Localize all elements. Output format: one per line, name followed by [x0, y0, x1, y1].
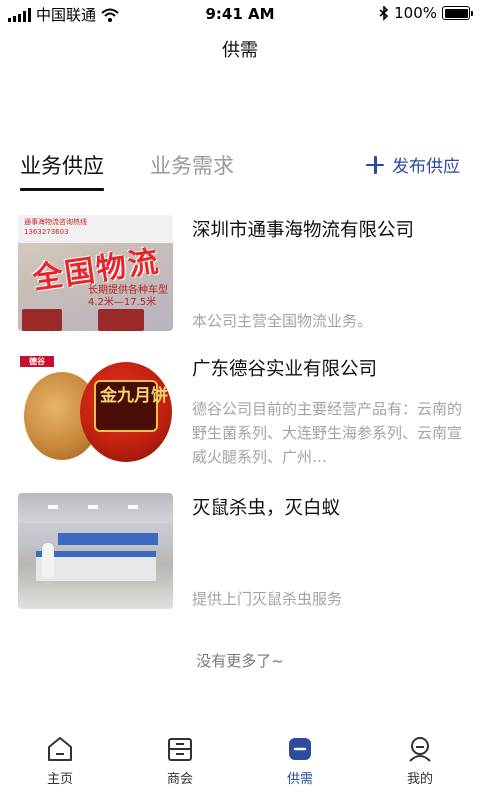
list-item[interactable]: 通事海物流咨询热线 1363273603 全国物流 长期提供各种车型 4.2米—… [18, 215, 462, 354]
chamber-icon [168, 738, 192, 761]
tab-home[interactable]: 主页 [0, 734, 120, 787]
status-bar: 中国联通 9:41 AM 100% [0, 0, 480, 30]
bottom-tab-bar: 主页 商会 供需 我的 [0, 728, 480, 800]
item-title: 广东德谷实业有限公司 [192, 359, 378, 380]
tab-supply-demand[interactable]: 供需 [240, 734, 360, 787]
item-thumbnail-mooncake: 德谷 金九月饼 [18, 354, 173, 470]
tab-home-label: 主页 [46, 772, 73, 787]
thumb-subtext: 长期提供各种车型 4.2米—17.5米 [88, 285, 168, 308]
home-icon [48, 737, 72, 761]
supply-icon [289, 738, 311, 760]
page-title: 供需 [222, 40, 258, 61]
supply-list: 通事海物流咨询热线 1363273603 全国物流 长期提供各种车型 4.2米—… [18, 215, 462, 632]
status-right: 100% [379, 4, 473, 22]
item-description: 德谷公司目前的主要经营产品有：云南的野生菌系列、大连野生海参系列、云南宣威火腿系… [192, 400, 462, 466]
list-item[interactable]: 德谷 金九月饼 广东德谷实业有限公司 德谷公司目前的主要经营产品有：云南的野生菌… [18, 354, 462, 493]
tab-profile[interactable]: 我的 [360, 734, 480, 787]
service-counter-shape [36, 551, 156, 581]
truck-shape [22, 309, 62, 331]
segment-tabs: 业务供应 业务需求 发布供应 [20, 150, 460, 191]
item-thumbnail-pest-control [18, 493, 173, 609]
tab-supply[interactable]: 业务供应 [20, 150, 104, 191]
item-description: 本公司主营全国物流业务。 [192, 312, 373, 330]
tab-chamber[interactable]: 商会 [120, 734, 240, 787]
tab-active-underline [20, 188, 104, 191]
list-item[interactable]: 灭鼠杀虫，灭白蚁 提供上门灭鼠杀虫服务 [18, 493, 462, 632]
publish-supply-label: 发布供应 [392, 157, 460, 177]
item-title: 灭鼠杀虫，灭白蚁 [192, 498, 341, 519]
battery-icon [442, 6, 473, 20]
worker-figure [42, 543, 54, 577]
tab-profile-label: 我的 [406, 772, 433, 787]
bluetooth-icon [379, 5, 389, 21]
item-title: 深圳市通事海物流有限公司 [192, 220, 415, 241]
item-thumbnail-logistics: 通事海物流咨询热线 1363273603 全国物流 长期提供各种车型 4.2米—… [18, 215, 173, 331]
thumb-banner-text: 通事海物流咨询热线 1363273603 [24, 218, 87, 236]
end-of-list-note: 没有更多了~ [196, 652, 284, 670]
tab-supply-demand-label: 供需 [286, 772, 313, 787]
tab-demand[interactable]: 业务需求 [150, 150, 234, 180]
tab-supply-label: 业务供应 [20, 154, 104, 178]
plus-icon [366, 155, 384, 174]
truck-shape [98, 309, 144, 331]
profile-icon [409, 737, 431, 762]
tab-chamber-label: 商会 [166, 772, 193, 787]
brand-logo: 德谷 [20, 356, 54, 367]
battery-percent: 100% [394, 4, 437, 22]
tin-label: 金九月饼 [100, 386, 168, 406]
publish-supply-button[interactable]: 发布供应 [366, 152, 460, 177]
item-description: 提供上门灭鼠杀虫服务 [192, 590, 343, 608]
